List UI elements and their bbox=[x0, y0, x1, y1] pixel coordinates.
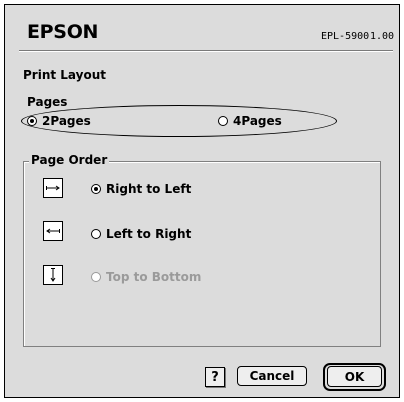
radio-4pages[interactable]: 4Pages bbox=[218, 114, 282, 128]
radio-button-icon[interactable] bbox=[27, 116, 37, 126]
radio-2pages-label: 2Pages bbox=[42, 114, 91, 128]
left-to-right-icon bbox=[43, 221, 63, 241]
radio-right-to-left[interactable]: Right to Left bbox=[91, 182, 191, 196]
pages-group-label: Pages bbox=[25, 95, 70, 109]
driver-version: 1.00 bbox=[370, 31, 395, 42]
page-order-group-label: Page Order bbox=[29, 153, 110, 167]
radio-button-icon[interactable] bbox=[91, 184, 101, 194]
radio-right-to-left-label: Right to Left bbox=[106, 182, 192, 196]
radio-button-icon[interactable] bbox=[91, 229, 101, 239]
dialog-title: Print Layout bbox=[23, 68, 107, 82]
help-button[interactable]: ? bbox=[205, 367, 225, 387]
printer-model: EPL-5900 bbox=[321, 31, 370, 42]
radio-2pages[interactable]: 2Pages bbox=[27, 114, 91, 128]
header-divider bbox=[19, 50, 393, 52]
top-to-bottom-icon bbox=[43, 265, 63, 285]
ok-button[interactable]: OK bbox=[327, 366, 382, 387]
cancel-button[interactable]: Cancel bbox=[237, 366, 307, 386]
radio-top-to-bottom-label: Top to Bottom bbox=[106, 270, 202, 284]
radio-left-to-right[interactable]: Left to Right bbox=[91, 227, 191, 241]
radio-4pages-label: 4Pages bbox=[233, 114, 282, 128]
print-layout-dialog: EPSON EPL-5900 1.00 Print Layout Pages 2… bbox=[4, 4, 400, 398]
radio-button-icon[interactable] bbox=[91, 272, 101, 282]
page-order-group bbox=[23, 161, 381, 347]
radio-top-to-bottom[interactable]: Top to Bottom bbox=[91, 270, 201, 284]
right-to-left-icon bbox=[43, 178, 63, 198]
brand-logo: EPSON bbox=[27, 21, 99, 43]
radio-left-to-right-label: Left to Right bbox=[106, 227, 192, 241]
radio-button-icon[interactable] bbox=[218, 116, 228, 126]
